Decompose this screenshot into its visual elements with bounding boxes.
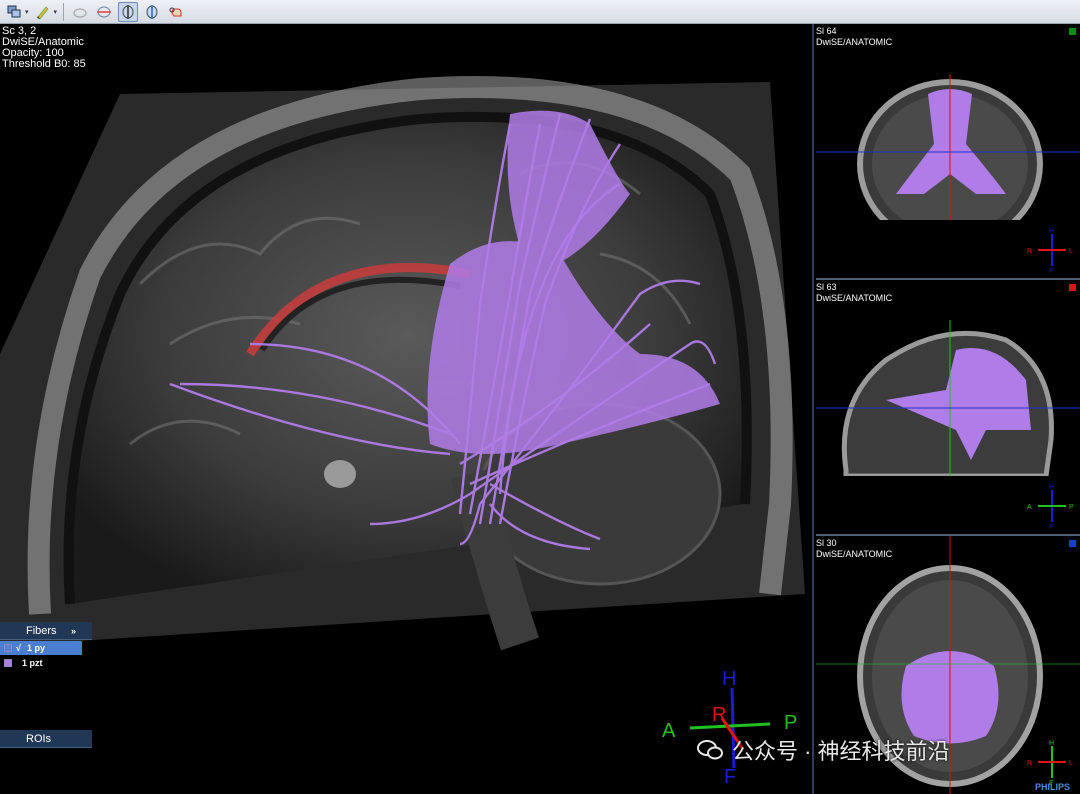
split-view-icon[interactable] (142, 2, 162, 22)
scan-info-overlay: Sc 3, 2 DwiSE/Anatomic Opacity: 100 Thre… (2, 26, 86, 70)
view-info: Sl 64 DwiSE/ANATOMIC (816, 26, 892, 48)
coronal-view[interactable]: Sl 64 DwiSE/ANATOMIC R L H F (816, 24, 1080, 280)
orient-label-f: F (724, 766, 737, 788)
slice-number: Sl 30 (816, 538, 837, 548)
orient-h: H (1049, 484, 1055, 491)
view-info: Sl 63 DwiSE/ANATOMIC (816, 282, 892, 304)
rois-panel-header[interactable]: ROIs (0, 730, 92, 748)
watermark-text: 公众号 · 神经科技前沿 (732, 739, 950, 764)
watermark: 公众号 · 神经科技前沿 (696, 734, 950, 766)
fiber-item-1-pzt[interactable]: 1 pzt (0, 656, 82, 670)
fibers-panel-title: Fibers (26, 624, 57, 637)
expand-icon[interactable]: » (71, 626, 76, 636)
orient-a: A (1027, 504, 1032, 511)
mini-orientation-gizmo (1038, 746, 1066, 778)
brush-edit-icon[interactable] (33, 2, 53, 22)
view-color-marker (1069, 28, 1076, 35)
hand-pointer-icon[interactable] (166, 2, 186, 22)
fiber-color-swatch[interactable] (4, 644, 12, 652)
orient-r: R (1027, 248, 1033, 255)
orient-h: H (1049, 740, 1055, 747)
main-3d-viewport[interactable]: Sc 3, 2 DwiSE/Anatomic Opacity: 100 Thre… (0, 24, 814, 794)
mini-orientation-gizmo (1038, 490, 1066, 522)
wechat-icon (697, 740, 723, 760)
orient-label-h: H (722, 668, 737, 690)
orient-label-p: P (784, 712, 798, 734)
sagittal-view[interactable]: Sl 63 DwiSE/ANATOMIC A P H F (816, 280, 1080, 536)
orient-h: H (1049, 228, 1055, 235)
brush-dropdown-icon[interactable]: ▾ (54, 8, 58, 16)
threshold-readout: Threshold B0: 85 (2, 58, 86, 70)
sphere-roi-icon[interactable] (70, 2, 90, 22)
mini-orientation-gizmo (1038, 234, 1066, 266)
orient-label-a: A (662, 720, 676, 742)
fiber-label: 1 py (26, 643, 45, 653)
plane-cut-icon[interactable] (94, 2, 114, 22)
view-info: Sl 30 DwiSE/ANATOMIC (816, 538, 892, 560)
fiber-item-1-py[interactable]: √ 1 py (0, 641, 82, 655)
series-name: DwiSE/ANATOMIC (816, 549, 893, 559)
brand-logo: PHILIPS (1034, 782, 1070, 792)
slice-number: Sl 63 (816, 282, 837, 292)
orient-l: L (1069, 760, 1073, 767)
orient-p: P (1069, 504, 1074, 511)
orient-r: R (1027, 760, 1033, 767)
toolbar: ▾ ▾ (0, 0, 1080, 24)
fibers-panel-header[interactable]: Fibers » (0, 622, 92, 640)
fiber-color-swatch[interactable] (4, 659, 12, 667)
sagittal-view-icon[interactable] (118, 1, 139, 22)
fiber-label: 1 pzt (22, 658, 43, 668)
orient-label-r: R (712, 704, 727, 726)
layout-view-icon[interactable] (4, 2, 24, 22)
slice-number: Sl 64 (816, 26, 837, 36)
layout-dropdown-icon[interactable]: ▾ (25, 8, 29, 16)
series-name: DwiSE/ANATOMIC (816, 37, 893, 47)
view-color-marker (1069, 540, 1076, 547)
orient-f: F (1049, 524, 1054, 531)
rois-panel-title: ROIs (26, 732, 52, 745)
series-name: DwiSE/ANATOMIC (816, 293, 893, 303)
orient-l: L (1069, 248, 1073, 255)
toolbar-divider (63, 2, 65, 21)
visibility-check-icon[interactable]: √ (16, 643, 21, 653)
orient-f: F (1049, 268, 1054, 275)
view-color-marker (1069, 284, 1076, 291)
